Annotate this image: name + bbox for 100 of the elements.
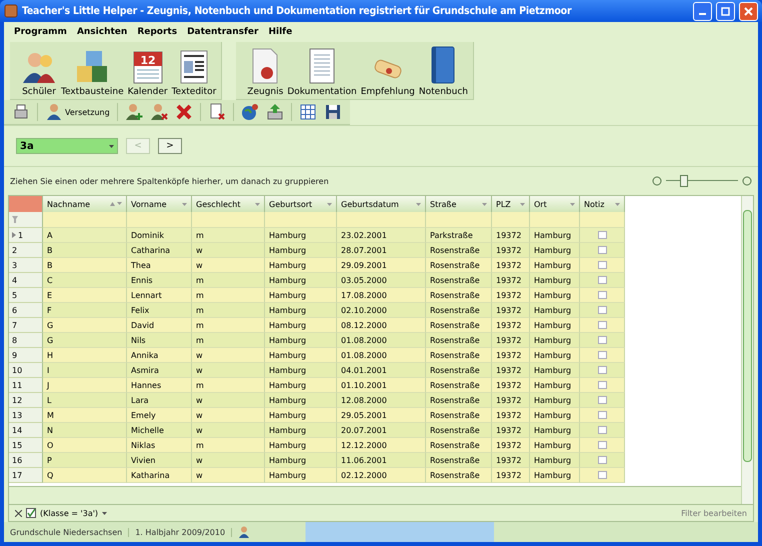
filter-caret-icon <box>255 202 260 206</box>
table-cell: Hamburg <box>265 378 337 393</box>
row-header[interactable]: 11 <box>9 378 43 393</box>
column-header[interactable]: PLZ <box>492 196 530 212</box>
close-icon <box>744 6 753 16</box>
printer-arrow-icon <box>266 103 284 121</box>
user-icon <box>238 526 250 538</box>
column-header[interactable]: Ort <box>530 196 580 212</box>
close-button[interactable] <box>739 2 758 20</box>
toolbar-button[interactable]: 12 Kalender <box>126 49 169 97</box>
edit-filter-link[interactable]: Filter bearbeiten <box>681 508 747 518</box>
status-text: 1. Halbjahr 2009/2010 <box>135 528 232 536</box>
row-header[interactable]: 17 <box>9 468 43 483</box>
table-cell: Annika <box>127 348 192 363</box>
filter-cell[interactable] <box>127 212 192 228</box>
zoom-in-icon <box>742 176 752 186</box>
document-icon <box>178 49 210 85</box>
table-cell: w <box>192 408 265 423</box>
table-cell: Dominik <box>127 228 192 243</box>
toolbar-button[interactable]: Notenbuch <box>418 45 469 97</box>
row-header[interactable]: 9 <box>9 348 43 363</box>
toolbar-button[interactable]: Dokumentation <box>286 47 358 97</box>
toolbar-button[interactable]: Empfehlung <box>360 55 416 97</box>
table-cell: m <box>192 288 265 303</box>
table-cell: 20.07.2001 <box>337 423 426 438</box>
menu-item[interactable]: Hilfe <box>268 27 292 37</box>
filter-cell[interactable] <box>530 212 580 228</box>
filter-caret-icon <box>615 202 620 206</box>
row-header[interactable]: 16 <box>9 453 43 468</box>
slider-thumb[interactable] <box>680 175 688 187</box>
row-header[interactable]: 1 <box>9 228 43 243</box>
column-header[interactable]: Notiz <box>580 196 625 212</box>
column-header[interactable]: Geburtsdatum <box>337 196 426 212</box>
filter-cell[interactable] <box>492 212 530 228</box>
grid-icon <box>298 103 317 121</box>
menu-item[interactable]: Programm <box>14 27 67 37</box>
menu-item[interactable]: Reports <box>137 27 178 37</box>
table-cell: w <box>192 393 265 408</box>
filter-cell[interactable] <box>337 212 426 228</box>
column-header[interactable]: Geschlecht <box>192 196 265 212</box>
table-cell: w <box>192 468 265 483</box>
table-cell: Rosenstraße <box>426 453 492 468</box>
table-cell: F <box>43 303 127 318</box>
row-header[interactable]: 2 <box>9 243 43 258</box>
table-cell: w <box>192 348 265 363</box>
toolbar-button[interactable]: Zeugnis <box>246 47 284 97</box>
table-cell: Hamburg <box>530 303 580 318</box>
table-cell: 12.12.2000 <box>337 438 426 453</box>
table-cell: Hamburg <box>530 393 580 408</box>
table-cell: 29.09.2001 <box>337 258 426 273</box>
table-cell: Hamburg <box>265 393 337 408</box>
toolbar-button[interactable]: Texteditor <box>170 49 218 97</box>
table-cell: Hamburg <box>530 348 580 363</box>
table-cell: Hamburg <box>530 453 580 468</box>
row-header[interactable]: 4 <box>9 273 43 288</box>
filter-cell[interactable] <box>426 212 492 228</box>
row-header[interactable]: 12 <box>9 393 43 408</box>
filter-cell[interactable] <box>580 212 625 228</box>
table-cell: Catharina <box>127 243 192 258</box>
next-button[interactable]: > <box>158 138 182 154</box>
menu-item[interactable]: Ansichten <box>76 27 128 37</box>
delete-icon <box>174 103 193 121</box>
row-header[interactable]: 13 <box>9 408 43 423</box>
maximize-button[interactable] <box>716 2 735 20</box>
table-cell: Ennis <box>127 273 192 288</box>
menu-item[interactable]: Datentransfer <box>187 27 258 37</box>
filter-caret-icon <box>482 202 487 206</box>
row-header[interactable]: 6 <box>9 303 43 318</box>
scrollbar[interactable] <box>741 196 753 504</box>
row-header[interactable]: 8 <box>9 333 43 348</box>
table-cell: w <box>192 258 265 273</box>
notepad-icon <box>307 47 337 85</box>
row-header[interactable]: 7 <box>9 318 43 333</box>
column-header[interactable]: Vorname <box>127 196 192 212</box>
table-cell: Parkstraße <box>426 228 492 243</box>
table-cell: 19372 <box>492 423 530 438</box>
filter-cell[interactable] <box>265 212 337 228</box>
row-header[interactable]: 3 <box>9 258 43 273</box>
table-cell: N <box>43 423 127 438</box>
toolbar-button[interactable]: Textbausteine <box>60 49 125 97</box>
filter-cell[interactable] <box>192 212 265 228</box>
row-header[interactable]: 14 <box>9 423 43 438</box>
minimize-button[interactable] <box>693 2 712 20</box>
table-cell: 19372 <box>492 318 530 333</box>
class-dropdown[interactable]: 3a <box>16 138 118 154</box>
table-cell: Hamburg <box>530 468 580 483</box>
row-header[interactable]: 10 <box>9 363 43 378</box>
toolbar-button[interactable]: Schüler <box>20 49 58 97</box>
row-header[interactable]: 15 <box>9 438 43 453</box>
column-header[interactable]: Geburtsort <box>265 196 337 212</box>
table-cell: Q <box>43 468 127 483</box>
filter-cell[interactable] <box>43 212 127 228</box>
table-cell: Katharina <box>127 468 192 483</box>
column-header[interactable]: Nachname <box>43 196 127 212</box>
table-cell: 28.07.2001 <box>337 243 426 258</box>
table-cell: w <box>192 453 265 468</box>
table-cell: Hamburg <box>530 333 580 348</box>
column-header[interactable]: Straße <box>426 196 492 212</box>
toolbar-button[interactable]: Versetzung <box>43 102 112 122</box>
row-header[interactable]: 5 <box>9 288 43 303</box>
